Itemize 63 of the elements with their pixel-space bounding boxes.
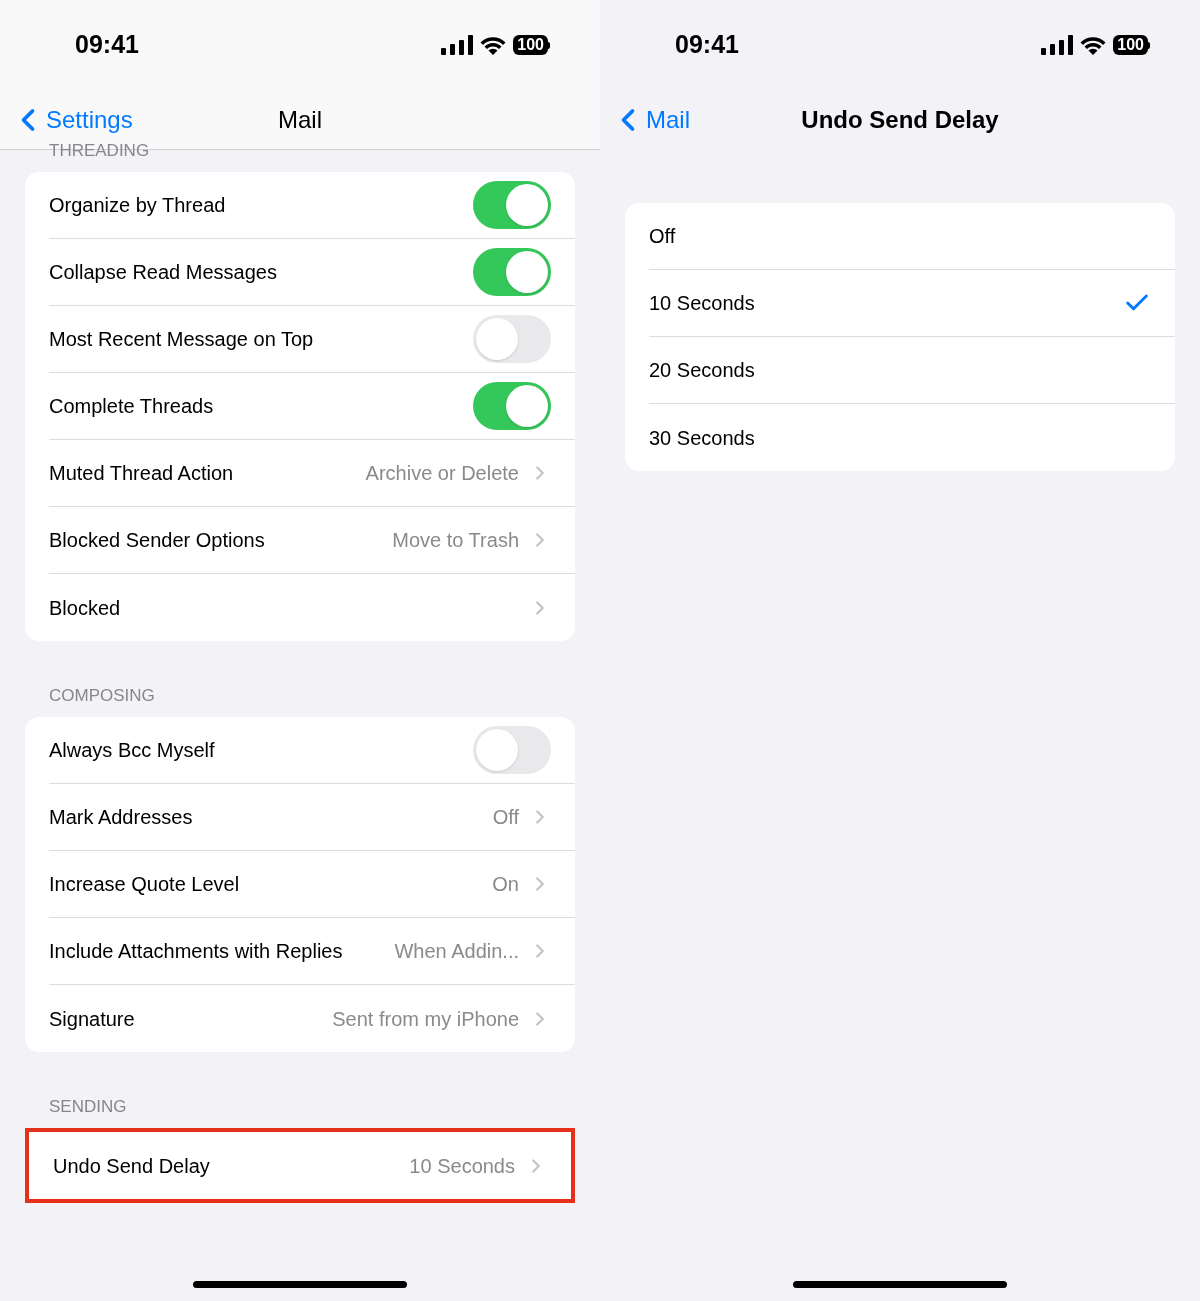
row-label: Always Bcc Myself xyxy=(49,738,215,763)
settings-row[interactable]: Blocked xyxy=(49,574,575,641)
back-button[interactable]: Mail xyxy=(600,101,690,138)
row-value: Sent from my iPhone xyxy=(332,1006,519,1032)
toggle-switch[interactable] xyxy=(473,315,551,363)
toggle-switch[interactable] xyxy=(473,248,551,296)
settings-row[interactable]: Off xyxy=(649,203,1175,270)
toggle-switch[interactable] xyxy=(473,181,551,229)
settings-row[interactable]: Increase Quote Level On xyxy=(49,851,575,918)
signal-icon xyxy=(1041,35,1074,55)
settings-row[interactable]: Signature Sent from my iPhone xyxy=(49,985,575,1052)
settings-row[interactable]: Blocked Sender Options Move to Trash xyxy=(49,507,575,574)
row-label: Blocked Sender Options xyxy=(49,528,265,553)
settings-row[interactable]: Mark Addresses Off xyxy=(49,784,575,851)
row-label: Most Recent Message on Top xyxy=(49,327,314,352)
row-value: 10 Seconds xyxy=(409,1153,515,1179)
settings-row[interactable]: Always Bcc Myself xyxy=(49,717,575,784)
row-label: Off xyxy=(649,224,676,249)
wifi-icon xyxy=(1079,35,1108,55)
nav-title: Undo Send Delay xyxy=(801,104,999,135)
section-header: THREADING xyxy=(48,142,151,160)
settings-row[interactable]: 20 Seconds xyxy=(649,337,1175,404)
row-value: Off xyxy=(492,805,519,830)
row-label: Complete Threads xyxy=(49,394,214,419)
row-value: On xyxy=(492,872,519,897)
row-label: Mark Addresses xyxy=(49,805,193,830)
section-header: SENDING xyxy=(48,1098,128,1116)
row-label: 20 Seconds xyxy=(649,358,755,383)
section-header: COMPOSING xyxy=(48,687,156,705)
row-label: 10 Seconds xyxy=(649,291,755,316)
row-label: Undo Send Delay xyxy=(53,1153,210,1179)
back-button[interactable]: Settings xyxy=(0,101,133,138)
row-value: When Addin... xyxy=(394,939,519,964)
toggle-switch[interactable] xyxy=(473,382,551,430)
status-time: 09:41 xyxy=(75,29,139,61)
battery-level: 100 xyxy=(1113,35,1148,55)
row-label: Signature xyxy=(49,1006,135,1032)
battery-level: 100 xyxy=(513,35,548,55)
settings-row[interactable]: Organize by Thread xyxy=(49,172,575,239)
row-label: 30 Seconds xyxy=(649,425,755,451)
row-label: Include Attachments with Replies xyxy=(49,939,343,964)
settings-row[interactable]: Complete Threads xyxy=(49,373,575,440)
settings-row[interactable]: Include Attachments with Replies When Addin... xyxy=(49,918,575,985)
row-value: Archive or Delete xyxy=(365,461,519,486)
back-label[interactable]: Settings xyxy=(46,101,133,138)
settings-row[interactable]: 30 Seconds xyxy=(649,404,1175,471)
row-label: Increase Quote Level xyxy=(49,872,240,897)
toggle-switch[interactable] xyxy=(473,726,551,774)
status-time: 09:41 xyxy=(675,29,739,61)
row-value: Move to Trash xyxy=(392,528,519,553)
settings-row[interactable]: Collapse Read Messages xyxy=(49,239,575,306)
row-label: Blocked xyxy=(49,595,121,621)
row-label: Organize by Thread xyxy=(49,193,226,218)
settings-row[interactable]: Most Recent Message on Top xyxy=(49,306,575,373)
wifi-icon xyxy=(479,35,508,55)
row-label: Muted Thread Action xyxy=(49,461,234,486)
settings-row[interactable]: 10 Seconds xyxy=(649,270,1175,337)
nav-title: Mail xyxy=(278,104,322,135)
back-label[interactable]: Mail xyxy=(646,101,690,138)
signal-icon xyxy=(441,35,474,55)
settings-row[interactable]: Undo Send Delay 10 Seconds xyxy=(53,1132,571,1199)
settings-row[interactable]: Muted Thread Action Archive or Delete xyxy=(49,440,575,507)
row-label: Collapse Read Messages xyxy=(49,260,277,285)
